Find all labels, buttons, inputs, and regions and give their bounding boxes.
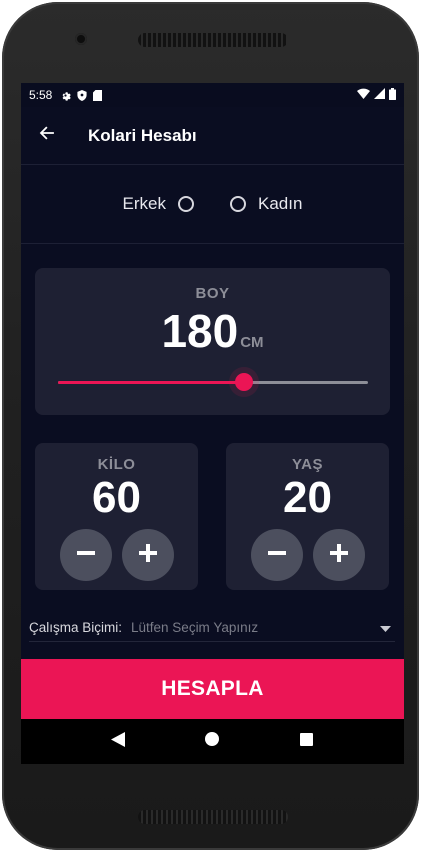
height-label: BOY bbox=[195, 285, 230, 302]
female-label: Kadın bbox=[258, 194, 303, 213]
shield-icon bbox=[77, 89, 87, 101]
page-title: Kolari Hesabı bbox=[88, 125, 197, 145]
back-button[interactable] bbox=[21, 124, 73, 147]
height-slider[interactable] bbox=[58, 371, 368, 393]
app-screen: 5:58 Kolari Hesabı Erkek Kadın BOY 180 C… bbox=[21, 83, 404, 764]
gender-selector: Erkek Kadın bbox=[21, 165, 404, 244]
weight-increase-button[interactable] bbox=[121, 529, 174, 581]
age-increase-button[interactable] bbox=[312, 529, 365, 581]
minus-icon bbox=[267, 543, 287, 568]
home-circle-icon bbox=[205, 732, 220, 751]
slider-track-fill bbox=[58, 381, 244, 384]
female-radio[interactable] bbox=[230, 196, 247, 212]
wifi-icon bbox=[357, 88, 370, 102]
plus-icon bbox=[138, 543, 158, 568]
work-type-label: Çalışma Biçimi: bbox=[29, 619, 123, 635]
male-radio[interactable] bbox=[178, 196, 195, 212]
age-decrease-button[interactable] bbox=[250, 529, 303, 581]
work-type-row: Çalışma Biçimi: Lütfen Seçim Yapınız bbox=[29, 613, 395, 642]
front-camera bbox=[75, 33, 87, 45]
status-bar: 5:58 bbox=[21, 83, 404, 107]
back-triangle-icon bbox=[111, 731, 126, 752]
height-unit: CM bbox=[240, 334, 264, 351]
system-nav-bar bbox=[21, 719, 404, 764]
slider-thumb[interactable] bbox=[235, 373, 253, 391]
bottom-speaker bbox=[138, 810, 288, 824]
weight-label: KİLO bbox=[97, 456, 136, 473]
sd-card-icon bbox=[93, 89, 103, 101]
dropdown-arrow-icon bbox=[380, 620, 391, 635]
app-bar: Kolari Hesabı bbox=[21, 107, 404, 165]
battery-icon bbox=[389, 87, 396, 103]
age-card: YAŞ 20 bbox=[226, 443, 389, 590]
top-speaker bbox=[138, 33, 288, 47]
work-type-placeholder: Lütfen Seçim Yapınız bbox=[131, 619, 259, 635]
weight-card: KİLO 60 bbox=[35, 443, 198, 590]
height-value: 180 bbox=[161, 305, 239, 357]
arrow-back-icon bbox=[38, 124, 56, 147]
gender-option-male[interactable]: Erkek bbox=[122, 194, 195, 214]
male-label: Erkek bbox=[122, 194, 167, 213]
settings-gear-icon bbox=[60, 90, 72, 101]
status-time: 5:58 bbox=[29, 88, 53, 102]
weight-decrease-button[interactable] bbox=[59, 529, 112, 581]
plus-icon bbox=[329, 543, 349, 568]
signal-icon bbox=[374, 88, 385, 102]
height-display: 180 CM bbox=[35, 304, 390, 358]
gender-option-female[interactable]: Kadın bbox=[230, 194, 302, 214]
height-card: BOY 180 CM bbox=[35, 268, 390, 415]
nav-recents-button[interactable] bbox=[292, 727, 322, 757]
work-type-dropdown[interactable]: Lütfen Seçim Yapınız bbox=[131, 620, 395, 635]
nav-back-button[interactable] bbox=[103, 727, 133, 757]
nav-home-button[interactable] bbox=[197, 727, 227, 757]
age-value: 20 bbox=[283, 473, 332, 522]
recents-square-icon bbox=[300, 732, 314, 751]
calculate-button[interactable]: HESAPLA bbox=[21, 659, 404, 719]
age-label: YAŞ bbox=[292, 456, 323, 473]
minus-icon bbox=[76, 543, 96, 568]
weight-value: 60 bbox=[92, 473, 141, 522]
